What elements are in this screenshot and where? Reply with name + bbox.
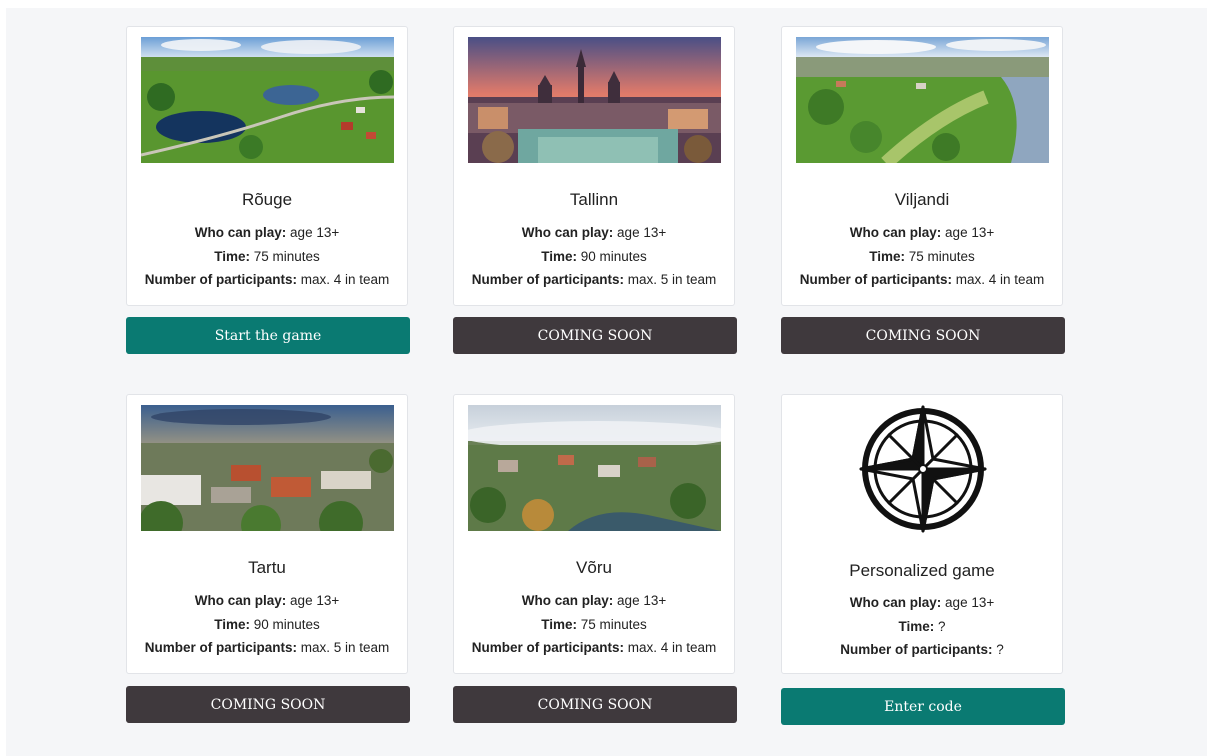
participants-label: Number of participants:: [471, 640, 624, 655]
participants-label: Number of participants:: [144, 272, 297, 287]
coming-soon-button-voru[interactable]: COMING SOON: [453, 686, 737, 723]
card-title: Tartu: [248, 558, 286, 577]
participants-value: max. 5 in team: [627, 272, 717, 287]
who-value: age 13+: [945, 595, 995, 610]
card-info: Who can play: age 13+ Time: 75 minutes N…: [127, 221, 407, 292]
participants-label: Number of participants:: [144, 640, 297, 655]
time-value: 75 minutes: [580, 616, 647, 632]
time-label: Time:: [541, 248, 577, 264]
game-card-tartu: Tartu Who can play: age 13+ Time: 90 min…: [126, 394, 408, 674]
enter-code-button[interactable]: Enter code: [781, 688, 1065, 725]
card-title: Võru: [576, 558, 612, 577]
who-value: age 13+: [290, 593, 340, 608]
who-value: age 13+: [617, 593, 667, 608]
time-label: Time:: [214, 616, 250, 632]
coming-soon-button-viljandi[interactable]: COMING SOON: [781, 317, 1065, 354]
card-info: Who can play: age 13+ Time: 90 minutes N…: [454, 221, 734, 292]
who-label: Who can play:: [521, 225, 614, 240]
card-info: Who can play: age 13+ Time: 75 minutes N…: [454, 589, 734, 660]
game-card-viljandi: Viljandi Who can play: age 13+ Time: 75 …: [781, 26, 1063, 306]
game-card-tallinn: Tallinn Who can play: age 13+ Time: 90 m…: [453, 26, 735, 306]
who-value: age 13+: [290, 225, 340, 240]
participants-value: max. 5 in team: [300, 640, 390, 655]
participants-value: ?: [996, 642, 1004, 657]
participants-value: max. 4 in team: [627, 640, 717, 655]
card-info: Who can play: age 13+ Time: 75 minutes N…: [782, 221, 1062, 292]
viljandi-photo: [796, 37, 1049, 163]
time-value: 75 minutes: [908, 248, 975, 264]
who-label: Who can play:: [194, 225, 287, 240]
game-card-rouge: Rõuge Who can play: age 13+ Time: 75 min…: [126, 26, 408, 306]
compass-rose-icon: [857, 403, 989, 535]
card-title: Viljandi: [894, 190, 950, 209]
participants-value: max. 4 in team: [955, 272, 1045, 287]
participants-label: Number of participants:: [840, 642, 993, 657]
card-title: Rõuge: [241, 190, 293, 209]
time-label: Time:: [898, 618, 935, 634]
who-label: Who can play:: [849, 595, 942, 610]
card-info: Who can play: age 13+ Time: ? Number of …: [782, 591, 1062, 662]
who-label: Who can play:: [849, 225, 942, 240]
tallinn-photo: [468, 37, 721, 163]
time-value: ?: [938, 618, 946, 634]
game-card-personalized: Personalized game Who can play: age 13+ …: [781, 394, 1063, 674]
time-label: Time:: [869, 248, 905, 264]
time-value: 90 minutes: [580, 248, 647, 264]
card-title: Personalized game: [849, 561, 995, 580]
tartu-photo: [141, 405, 394, 531]
who-label: Who can play:: [521, 593, 614, 608]
time-label: Time:: [214, 248, 250, 264]
voru-photo: [468, 405, 721, 531]
participants-label: Number of participants:: [799, 272, 952, 287]
coming-soon-button-tallinn[interactable]: COMING SOON: [453, 317, 737, 354]
participants-label: Number of participants:: [471, 272, 624, 287]
time-value: 90 minutes: [253, 616, 320, 632]
time-label: Time:: [541, 616, 577, 632]
card-info: Who can play: age 13+ Time: 90 minutes N…: [127, 589, 407, 660]
who-value: age 13+: [617, 225, 667, 240]
who-label: Who can play:: [194, 593, 287, 608]
page: Rõuge Who can play: age 13+ Time: 75 min…: [6, 8, 1207, 756]
who-value: age 13+: [945, 225, 995, 240]
rouge-photo: [141, 37, 394, 163]
time-value: 75 minutes: [253, 248, 320, 264]
participants-value: max. 4 in team: [300, 272, 390, 287]
card-title: Tallinn: [569, 190, 619, 209]
start-game-button[interactable]: Start the game: [126, 317, 410, 354]
game-card-voru: Võru Who can play: age 13+ Time: 75 minu…: [453, 394, 735, 674]
coming-soon-button-tartu[interactable]: COMING SOON: [126, 686, 410, 723]
